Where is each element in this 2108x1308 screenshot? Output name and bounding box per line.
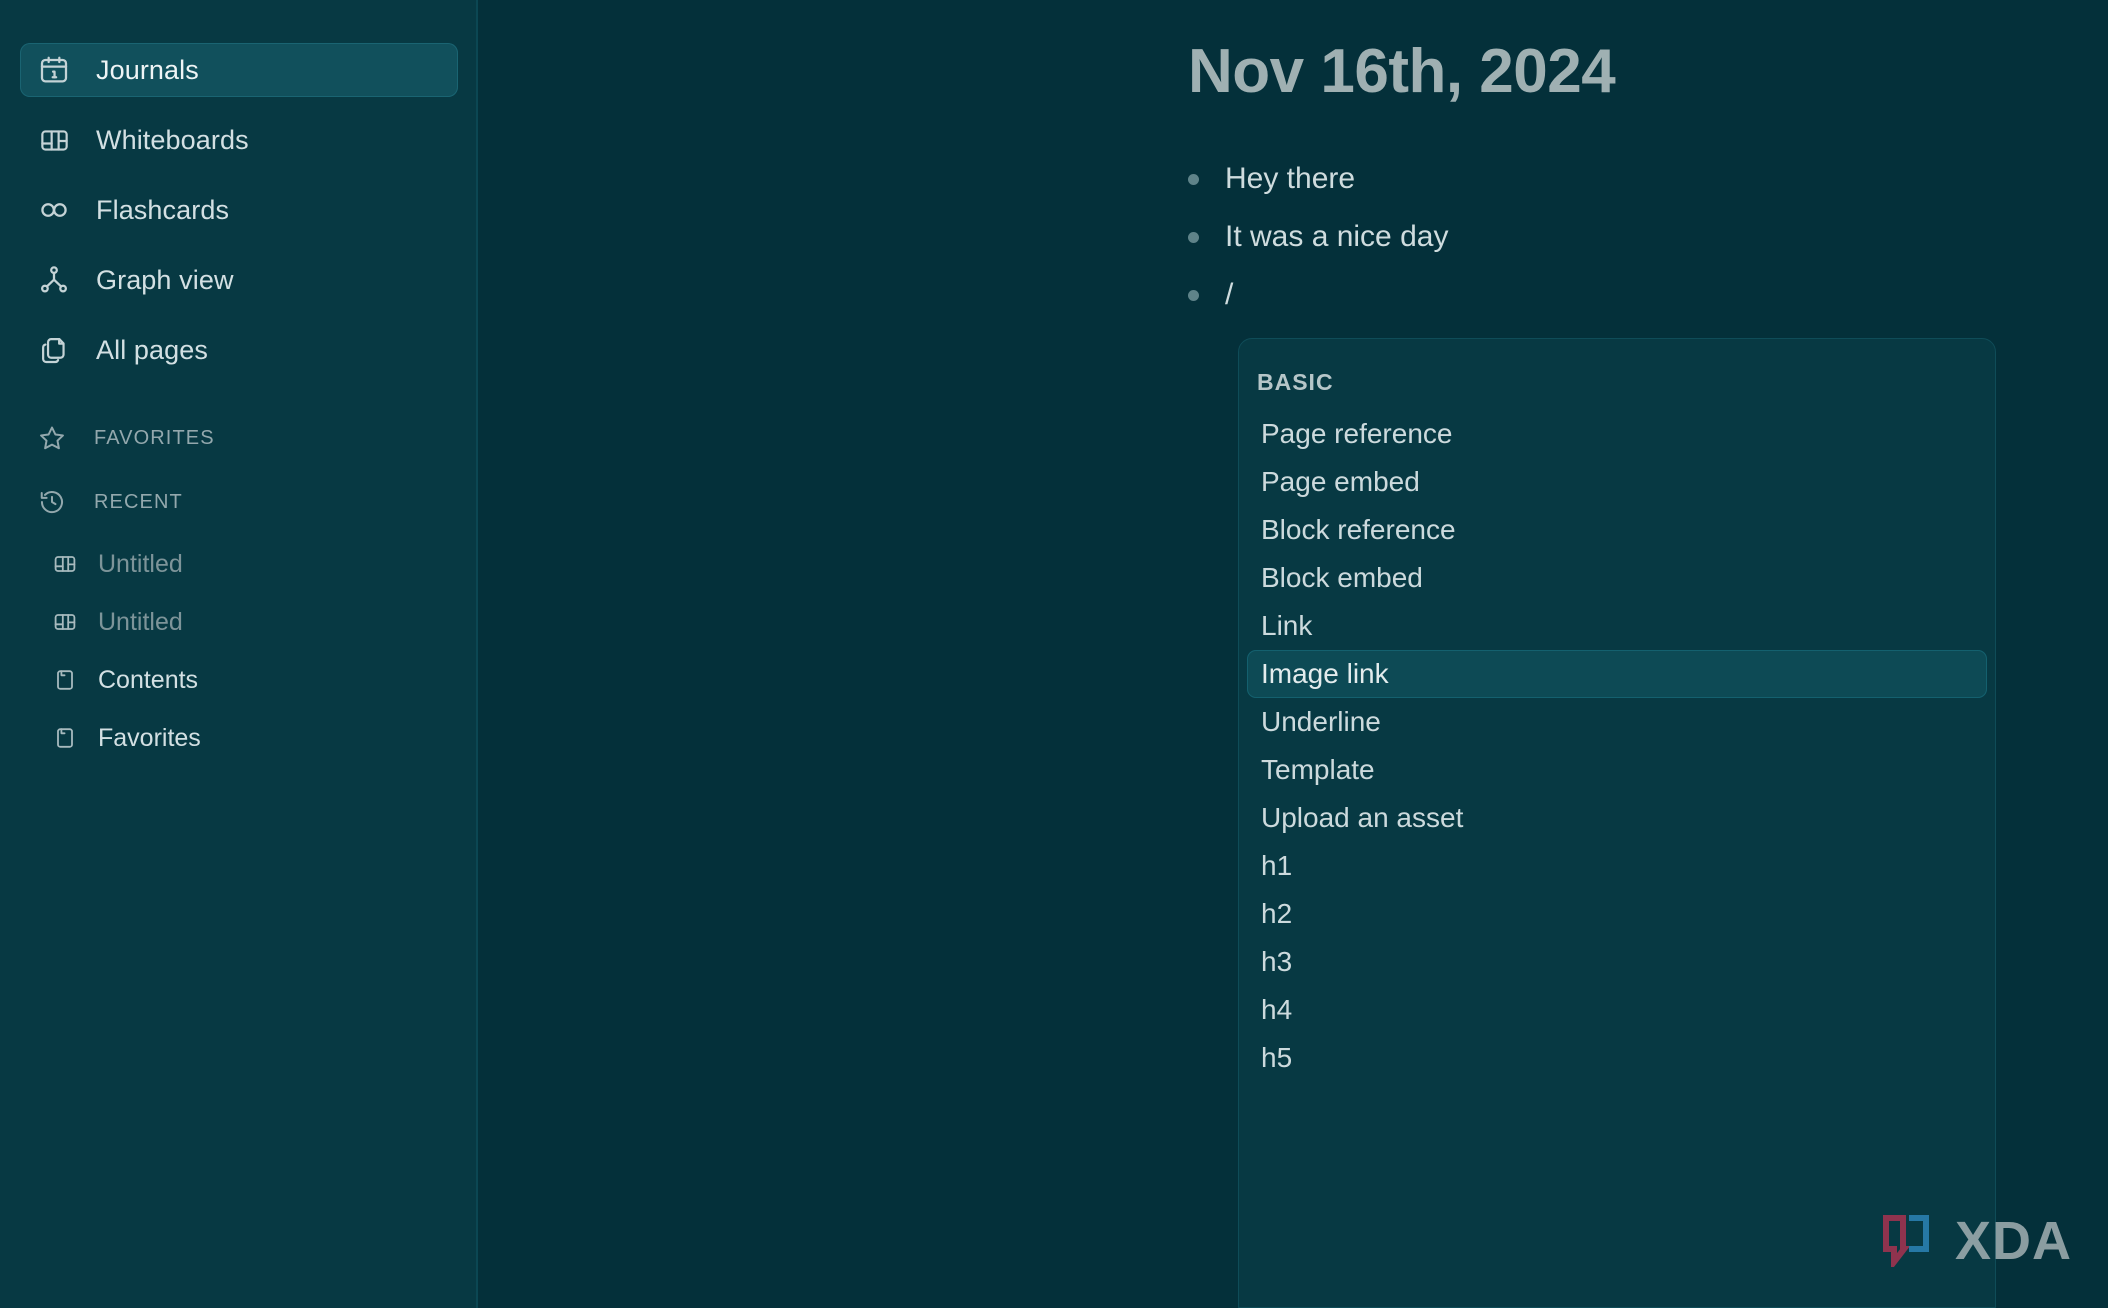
page-icon <box>52 667 78 693</box>
menu-item-block-reference[interactable]: Block reference <box>1247 506 1987 554</box>
menu-item-h5[interactable]: h5 <box>1247 1034 1987 1082</box>
menu-item-link[interactable]: Link <box>1247 602 1987 650</box>
sidebar-nav: Journals Whiteboards Flashcards Graph vi… <box>0 43 478 377</box>
menu-list: Page reference Page embed Block referenc… <box>1239 410 1995 1082</box>
slash-command-menu: BASIC Page reference Page embed Block re… <box>1238 338 1996 1308</box>
menu-item-label: Link <box>1261 610 1313 641</box>
pages-icon <box>37 333 71 367</box>
page-title: Nov 16th, 2024 <box>1188 37 1616 106</box>
journal-blocks: Hey there It was a nice day / <box>1188 160 2088 334</box>
page-icon <box>52 725 78 751</box>
sidebar-item-label: Journals <box>96 54 199 85</box>
menu-item-label: h3 <box>1261 946 1293 977</box>
menu-item-h3[interactable]: h3 <box>1247 938 1987 986</box>
sidebar-item-label: Flashcards <box>96 194 230 225</box>
menu-item-block-embed[interactable]: Block embed <box>1247 554 1987 602</box>
block-row[interactable]: / <box>1188 276 2088 334</box>
whiteboard-icon <box>37 123 71 157</box>
block-row[interactable]: Hey there <box>1188 160 2088 218</box>
infinity-icon <box>37 193 71 227</box>
bullet-icon[interactable] <box>1188 232 1199 243</box>
sidebar-section-favorites[interactable]: FAVORITES <box>0 415 478 461</box>
sidebar-item-journals[interactable]: Journals <box>20 43 458 97</box>
menu-item-label: Upload an asset <box>1261 802 1464 833</box>
sidebar-section-label: FAVORITES <box>94 426 215 449</box>
menu-item-label: Block reference <box>1261 514 1456 545</box>
history-icon <box>37 487 67 517</box>
block-row[interactable]: It was a nice day <box>1188 218 2088 276</box>
menu-item-label: Template <box>1261 754 1375 785</box>
menu-group-title: BASIC <box>1257 369 1334 395</box>
menu-item-h4[interactable]: h4 <box>1247 986 1987 1034</box>
list-item-label: Favorites <box>98 723 201 752</box>
graph-icon <box>37 263 71 297</box>
menu-item-page-reference[interactable]: Page reference <box>1247 410 1987 458</box>
menu-item-label: Page reference <box>1261 418 1453 449</box>
calendar-icon <box>37 53 71 87</box>
bullet-icon[interactable] <box>1188 290 1199 301</box>
list-item[interactable]: Untitled <box>0 543 478 585</box>
list-item-label: Untitled <box>98 607 183 636</box>
menu-item-label: Block embed <box>1261 562 1423 593</box>
whiteboard-icon <box>52 551 78 577</box>
block-text[interactable]: Hey there <box>1225 160 1355 198</box>
menu-item-underline[interactable]: Underline <box>1247 698 1987 746</box>
menu-item-image-link[interactable]: Image link <box>1247 650 1987 698</box>
recent-list: Untitled Untitled Contents Favorites <box>0 543 478 759</box>
block-text[interactable]: It was a nice day <box>1225 218 1448 256</box>
list-item[interactable]: Favorites <box>0 717 478 759</box>
whiteboard-icon <box>52 609 78 635</box>
main-content: Nov 16th, 2024 Hey there It was a nice d… <box>478 0 2108 1308</box>
list-item[interactable]: Contents <box>0 659 478 701</box>
sidebar: Journals Whiteboards Flashcards Graph vi… <box>0 0 478 1308</box>
block-text-editing[interactable]: / <box>1225 276 1233 314</box>
sidebar-item-label: Whiteboards <box>96 124 249 155</box>
menu-item-label: h5 <box>1261 1042 1293 1073</box>
sidebar-section-label: RECENT <box>94 490 183 513</box>
sidebar-item-graph-view[interactable]: Graph view <box>20 253 458 307</box>
sidebar-item-flashcards[interactable]: Flashcards <box>20 183 458 237</box>
menu-item-template[interactable]: Template <box>1247 746 1987 794</box>
sidebar-item-label: All pages <box>96 334 208 365</box>
menu-item-upload-an-asset[interactable]: Upload an asset <box>1247 794 1987 842</box>
menu-item-label: h4 <box>1261 994 1293 1025</box>
app-window: Journals Whiteboards Flashcards Graph vi… <box>0 0 2108 1308</box>
bullet-icon[interactable] <box>1188 174 1199 185</box>
list-item[interactable]: Untitled <box>0 601 478 643</box>
sidebar-top-partial-text <box>128 0 308 4</box>
menu-item-label: h2 <box>1261 898 1293 929</box>
menu-item-label: h1 <box>1261 850 1293 881</box>
sidebar-item-whiteboards[interactable]: Whiteboards <box>20 113 458 167</box>
sidebar-item-label: Graph view <box>96 264 234 295</box>
list-item-label: Contents <box>98 665 199 694</box>
menu-item-label: Underline <box>1261 706 1381 737</box>
sidebar-item-all-pages[interactable]: All pages <box>20 323 458 377</box>
menu-item-h2[interactable]: h2 <box>1247 890 1987 938</box>
list-item-label: Untitled <box>98 549 183 578</box>
xda-logo-icon <box>1877 1215 1935 1271</box>
menu-item-h1[interactable]: h1 <box>1247 842 1987 890</box>
menu-item-page-embed[interactable]: Page embed <box>1247 458 1987 506</box>
xda-wordmark: XDA <box>1954 1211 2072 1271</box>
sidebar-section-recent[interactable]: RECENT <box>0 479 478 525</box>
star-icon <box>37 423 67 453</box>
menu-item-label: Image link <box>1261 658 1389 689</box>
menu-item-label: Page embed <box>1261 466 1420 497</box>
xda-watermark: XDA <box>1877 1211 2072 1271</box>
